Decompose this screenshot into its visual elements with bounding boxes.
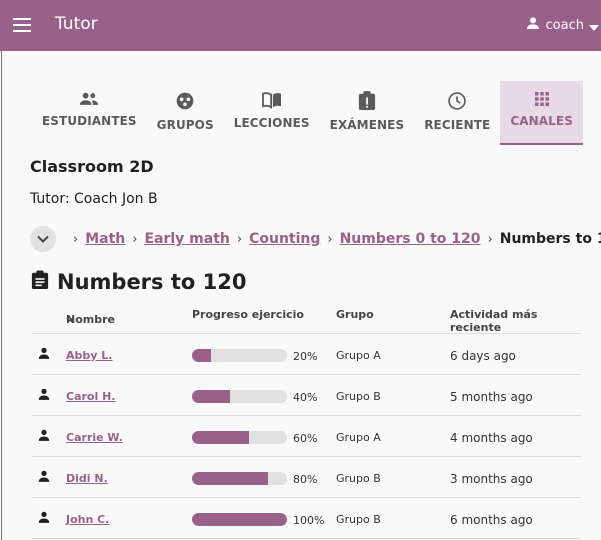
progress-percent: 20% — [293, 350, 318, 363]
page-title: Numbers to 120 — [31, 267, 246, 297]
breadcrumb-separator: › — [132, 231, 138, 247]
last-activity: 6 days ago — [450, 349, 516, 363]
app-title: Tutor — [55, 14, 98, 34]
progress-percent: 40% — [293, 391, 318, 404]
progress-percent: 80% — [293, 473, 318, 486]
breadcrumb-link-counting[interactable]: Counting — [249, 231, 320, 247]
last-activity: 5 months ago — [450, 390, 533, 404]
progress-percent: 60% — [293, 432, 318, 445]
breadcrumb-separator: › — [487, 231, 493, 247]
progress-column-header: Progreso ejercicio — [192, 308, 304, 321]
progress-bar — [192, 472, 287, 485]
progress-bar — [192, 513, 287, 526]
progress-bar-fill — [192, 431, 249, 444]
progress-bar-fill — [192, 513, 287, 526]
breadcrumb-separator: › — [327, 231, 333, 247]
tab-examenes[interactable]: EXÁMENES — [320, 81, 415, 145]
breadcrumb-link-math[interactable]: Math — [85, 231, 125, 247]
tutor-name: Tutor: Coach Jon B — [30, 191, 158, 207]
breadcrumb-link-early-math[interactable]: Early math — [144, 231, 229, 247]
table-header: Nombre Progreso ejercicio Grupo Activida… — [32, 303, 581, 334]
person-icon — [37, 346, 51, 363]
group-name: Grupo B — [336, 390, 381, 403]
sort-caret-icon — [66, 313, 74, 326]
groups-icon — [175, 91, 195, 111]
progress-percent: 100% — [293, 514, 325, 527]
person-icon — [37, 469, 51, 486]
clipboard-alert-icon — [358, 91, 376, 111]
learner-name-link[interactable]: Carrie W. — [66, 431, 123, 444]
tab-label: GRUPOS — [156, 118, 214, 132]
hamburger-menu-icon[interactable] — [8, 11, 36, 39]
breadcrumb-expand-button[interactable] — [30, 226, 56, 252]
group-name: Grupo B — [336, 472, 381, 485]
table-row: Abby L. 20% Grupo A 6 days ago — [32, 334, 581, 375]
user-menu[interactable]: coach — [525, 13, 599, 37]
app-bar: Tutor coach — [0, 0, 601, 51]
progress-bar-fill — [192, 349, 211, 362]
tab-label: ESTUDIANTES — [42, 114, 137, 128]
apps-grid-icon — [534, 91, 550, 107]
table-row: Carol H. 40% Grupo B 5 months ago — [32, 375, 581, 416]
tab-label: EXÁMENES — [329, 118, 405, 132]
breadcrumb-current: Numbers to 120 — [499, 231, 601, 247]
classroom-name: Classroom 2D — [30, 157, 154, 176]
page-title-text: Numbers to 120 — [57, 270, 247, 294]
tab-estudiantes[interactable]: ESTUDIANTES — [32, 81, 147, 145]
progress-bar — [192, 349, 287, 362]
group-name: Grupo B — [336, 513, 381, 526]
group-column-header: Grupo — [336, 308, 374, 321]
tab-grupos[interactable]: GRUPOS — [147, 81, 224, 145]
clock-icon — [447, 91, 467, 111]
learners-table: Nombre Progreso ejercicio Grupo Activida… — [32, 303, 581, 539]
person-icon — [525, 15, 541, 35]
group-name: Grupo A — [336, 349, 381, 362]
tab-reciente[interactable]: RECIENTE — [414, 81, 500, 145]
progress-bar-fill — [192, 390, 230, 403]
last-activity: 3 months ago — [450, 472, 533, 486]
nav-tabs: ESTUDIANTES GRUPOS LECCIONES EXÁMENES RE… — [32, 81, 583, 145]
breadcrumb: › Math › Early math › Counting › Numbers… — [30, 225, 601, 253]
table-row: Didi N. 80% Grupo B 3 months ago — [32, 457, 581, 498]
breadcrumb-separator: › — [236, 231, 243, 247]
breadcrumb-separator: › — [73, 231, 79, 247]
person-icon — [37, 387, 51, 404]
tab-canales[interactable]: CANALES — [500, 81, 583, 145]
progress-bar — [192, 390, 287, 403]
activity-column-header: Actividad más reciente — [450, 308, 538, 334]
table-row: John C. 100% Grupo B 6 months ago — [32, 498, 581, 539]
tab-lecciones[interactable]: LECCIONES — [224, 81, 320, 145]
assignment-icon — [31, 270, 49, 294]
person-icon — [37, 510, 51, 527]
last-activity: 4 months ago — [450, 431, 533, 445]
tab-label: RECIENTE — [424, 118, 491, 132]
learner-name-link[interactable]: Abby L. — [66, 349, 112, 362]
table-row: Carrie W. 60% Grupo A 4 months ago — [32, 416, 581, 457]
main-content: ESTUDIANTES GRUPOS LECCIONES EXÁMENES RE… — [1, 51, 601, 540]
progress-bar — [192, 431, 287, 444]
tab-label: CANALES — [510, 114, 573, 128]
learner-name-link[interactable]: Didi N. — [66, 472, 108, 485]
learner-name-link[interactable]: Carol H. — [66, 390, 115, 403]
breadcrumb-link-numbers-0-to-120[interactable]: Numbers 0 to 120 — [340, 231, 481, 247]
learner-name-link[interactable]: John C. — [66, 513, 109, 526]
tab-label: LECCIONES — [233, 116, 310, 130]
last-activity: 6 months ago — [450, 513, 533, 527]
book-icon — [261, 91, 283, 109]
user-name: coach — [545, 17, 584, 33]
chevron-down-icon — [37, 231, 49, 247]
caret-down-icon — [589, 16, 599, 35]
progress-bar-fill — [192, 472, 268, 485]
person-icon — [37, 428, 51, 445]
people-icon — [79, 91, 99, 107]
group-name: Grupo A — [336, 431, 381, 444]
